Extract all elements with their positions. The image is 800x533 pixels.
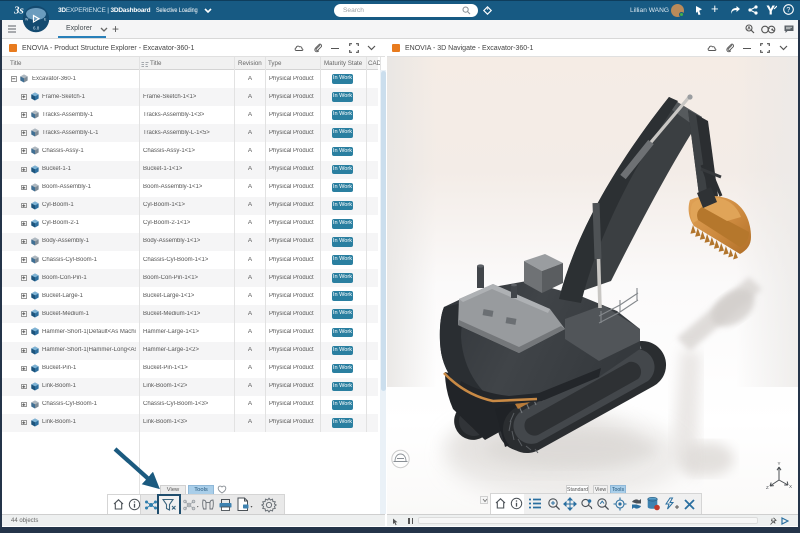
svg-text:Y: Y <box>778 461 781 466</box>
svg-text:X: X <box>789 484 792 489</box>
svg-text:Z: Z <box>766 485 769 490</box>
svg-text:6.8: 6.8 <box>33 26 40 31</box>
svg-text:?: ? <box>786 7 790 14</box>
